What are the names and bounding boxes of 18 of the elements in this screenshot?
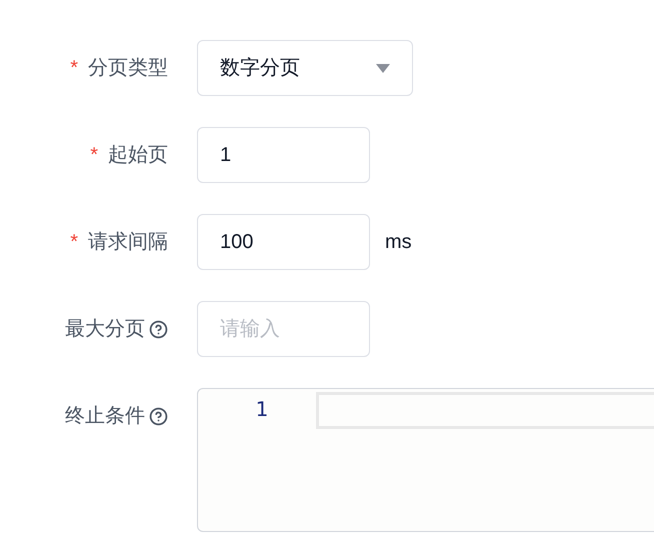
input-field[interactable]: 100 xyxy=(197,214,370,270)
help-icon[interactable] xyxy=(149,320,168,338)
field-label: 起始页 xyxy=(108,143,168,168)
help-icon[interactable] xyxy=(149,406,168,426)
caret-icon xyxy=(376,64,390,72)
required-mark: * xyxy=(70,56,78,81)
field-label: 请求间隔 xyxy=(88,230,168,255)
unit-label: ms xyxy=(385,230,412,255)
field-label: 最大分页 xyxy=(65,317,145,342)
required-mark: * xyxy=(90,143,98,168)
field-label: 终止条件 xyxy=(65,404,145,429)
code-editor[interactable]: 1 xyxy=(197,388,654,532)
input-field[interactable]: 请输入 xyxy=(197,301,370,357)
required-mark: * xyxy=(70,230,78,255)
field-label: 分页类型 xyxy=(88,56,168,81)
input-field[interactable]: 1 xyxy=(197,127,370,183)
line-number: 1 xyxy=(254,396,268,423)
select-field[interactable]: 数字分页 xyxy=(197,40,413,96)
